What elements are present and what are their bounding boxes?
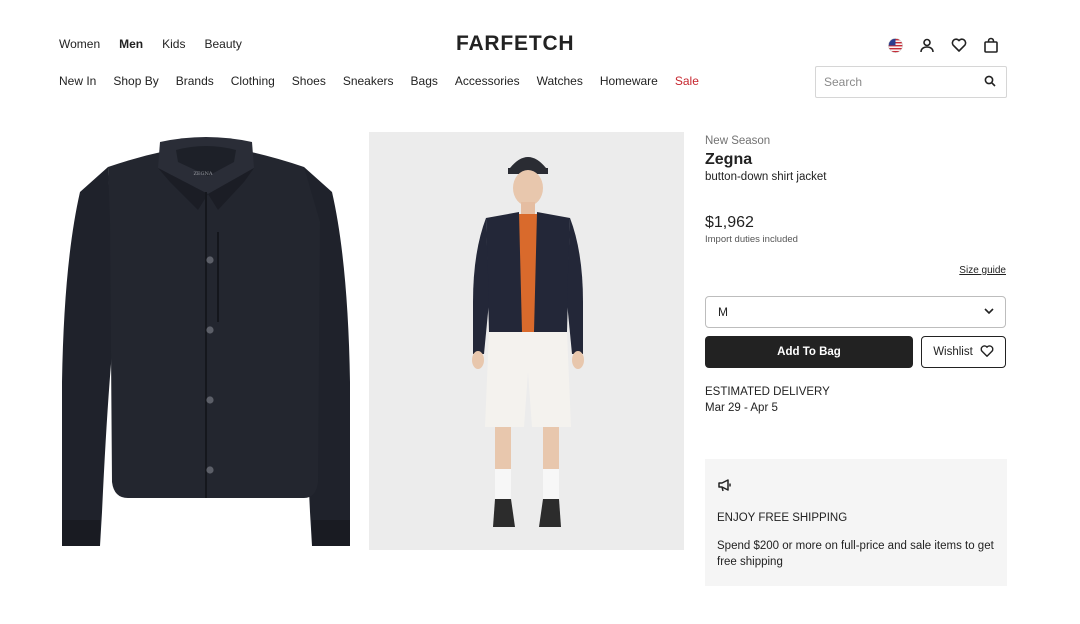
product-info: New Season Zegna button-down shirt jacke… [705, 135, 1007, 183]
cat-watches[interactable]: Watches [537, 74, 583, 88]
account-icon[interactable] [918, 36, 936, 54]
size-select[interactable]: M [705, 296, 1006, 328]
price: $1,962 [705, 214, 754, 231]
free-shipping-banner: ENJOY FREE SHIPPING Spend $200 or more o… [705, 459, 1007, 586]
chevron-down-icon [983, 305, 995, 320]
selected-size: M [718, 305, 728, 319]
season-label: New Season [705, 135, 771, 147]
heart-icon[interactable] [950, 36, 968, 54]
nav-beauty[interactable]: Beauty [204, 37, 241, 51]
product-page: Women Men Kids Beauty FARFETCH New In Sh… [0, 0, 1080, 624]
product-image-model[interactable] [369, 132, 684, 550]
cat-bags[interactable]: Bags [411, 74, 438, 88]
nav-kids[interactable]: Kids [162, 37, 185, 51]
add-to-bag-button[interactable]: Add To Bag [705, 336, 913, 368]
cat-sneakers[interactable]: Sneakers [343, 74, 394, 88]
shipping-title: ENJOY FREE SHIPPING [717, 512, 848, 524]
cat-sale[interactable]: Sale [675, 74, 699, 88]
cat-new-in[interactable]: New In [59, 74, 96, 88]
nav-men[interactable]: Men [119, 37, 143, 51]
cat-clothing[interactable]: Clothing [231, 74, 275, 88]
search-input[interactable] [824, 75, 964, 89]
product-image-front[interactable]: ZEGNA [58, 132, 354, 550]
category-nav: New In Shop By Brands Clothing Shoes Sne… [59, 74, 699, 88]
shipping-body: Spend $200 or more on full-price and sal… [717, 540, 994, 568]
brand-name[interactable]: Zegna [705, 151, 1007, 169]
logo[interactable]: FARFETCH [456, 32, 574, 56]
duties-note: Import duties included [705, 234, 798, 245]
gender-nav: Women Men Kids Beauty [59, 37, 242, 51]
header-icons [886, 36, 1000, 54]
cat-brands[interactable]: Brands [176, 74, 214, 88]
cat-accessories[interactable]: Accessories [455, 74, 520, 88]
nav-women[interactable]: Women [59, 37, 100, 51]
megaphone-icon [717, 479, 733, 497]
bag-icon[interactable] [982, 36, 1000, 54]
product-description: button-down shirt jacket [705, 171, 827, 183]
cat-shoes[interactable]: Shoes [292, 74, 326, 88]
delivery-date: Mar 29 - Apr 5 [705, 402, 778, 414]
heart-icon [980, 344, 994, 361]
search-box[interactable] [815, 66, 1007, 98]
jacket-brand-label: ZEGNA [193, 171, 212, 177]
wishlist-button[interactable]: Wishlist [921, 336, 1006, 368]
add-to-bag-label: Add To Bag [777, 346, 841, 358]
cat-shop-by[interactable]: Shop By [113, 74, 158, 88]
wishlist-label: Wishlist [933, 346, 973, 358]
cat-homeware[interactable]: Homeware [600, 74, 658, 88]
us-flag-icon[interactable] [886, 36, 904, 54]
size-guide-link[interactable]: Size guide [959, 265, 1006, 276]
search-icon[interactable] [984, 75, 996, 90]
delivery-title: ESTIMATED DELIVERY [705, 386, 830, 398]
